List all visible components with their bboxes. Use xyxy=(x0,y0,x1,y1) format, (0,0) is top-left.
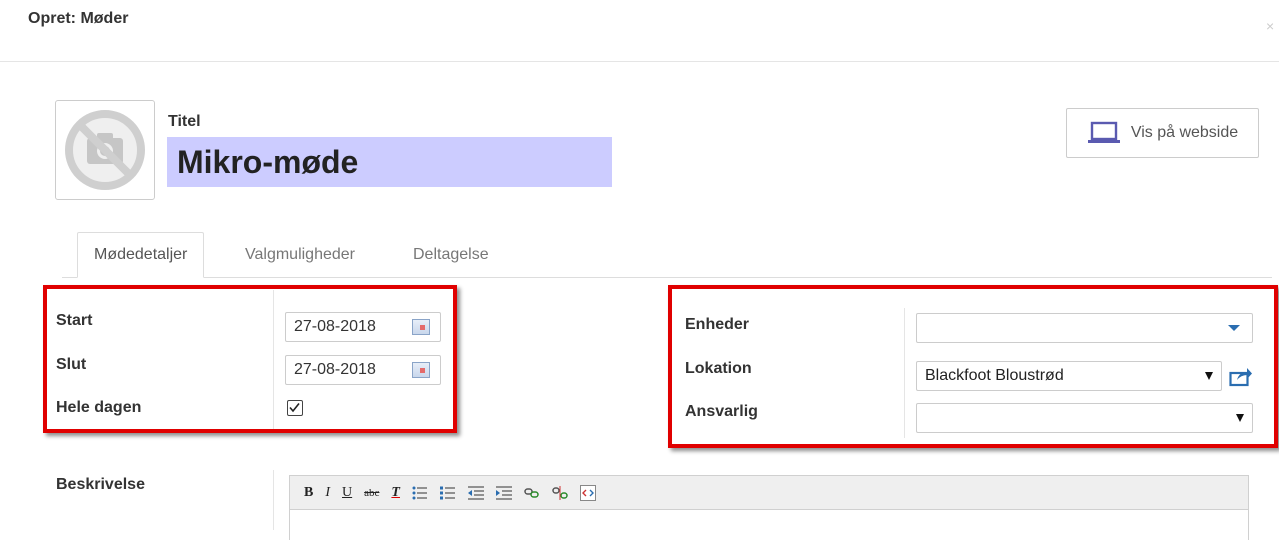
image-placeholder[interactable] xyxy=(55,100,155,200)
editor-toolbar: B I U abc T xyxy=(289,475,1249,510)
bullet-list-icon[interactable] xyxy=(412,486,428,500)
title-input[interactable] xyxy=(167,137,612,187)
indent-icon[interactable] xyxy=(495,486,512,500)
tab-attendance[interactable]: Deltagelse xyxy=(397,232,505,278)
close-icon[interactable]: × xyxy=(1266,18,1274,34)
code-view-icon[interactable] xyxy=(579,484,596,501)
link-icon[interactable] xyxy=(524,486,540,500)
numbered-list-icon[interactable] xyxy=(439,486,456,500)
strikethrough-button[interactable]: abc xyxy=(364,487,379,499)
outdent-icon[interactable] xyxy=(467,486,484,500)
description-separator xyxy=(273,470,274,530)
view-website-button[interactable]: Vis på webside xyxy=(1066,108,1259,158)
tab-options[interactable]: Valgmuligheder xyxy=(229,232,371,278)
title-label: Titel xyxy=(168,113,201,130)
highlight-box-dates xyxy=(43,285,457,433)
underline-button[interactable]: U xyxy=(342,485,352,501)
header-divider xyxy=(0,61,1279,62)
italic-button[interactable]: I xyxy=(325,485,330,501)
bold-button[interactable]: B xyxy=(304,485,313,501)
unlink-icon[interactable] xyxy=(552,485,568,500)
description-label: Beskrivelse xyxy=(56,476,145,493)
view-website-label: Vis på webside xyxy=(1130,124,1239,141)
tab-meeting-details[interactable]: Mødedetaljer xyxy=(77,232,205,278)
no-camera-icon xyxy=(65,110,145,190)
description-editor[interactable] xyxy=(289,510,1249,540)
highlight-box-details xyxy=(668,285,1278,448)
clear-format-button[interactable]: T xyxy=(391,485,400,501)
modal-title: Opret: Møder xyxy=(28,10,129,27)
laptop-icon xyxy=(1087,121,1120,143)
